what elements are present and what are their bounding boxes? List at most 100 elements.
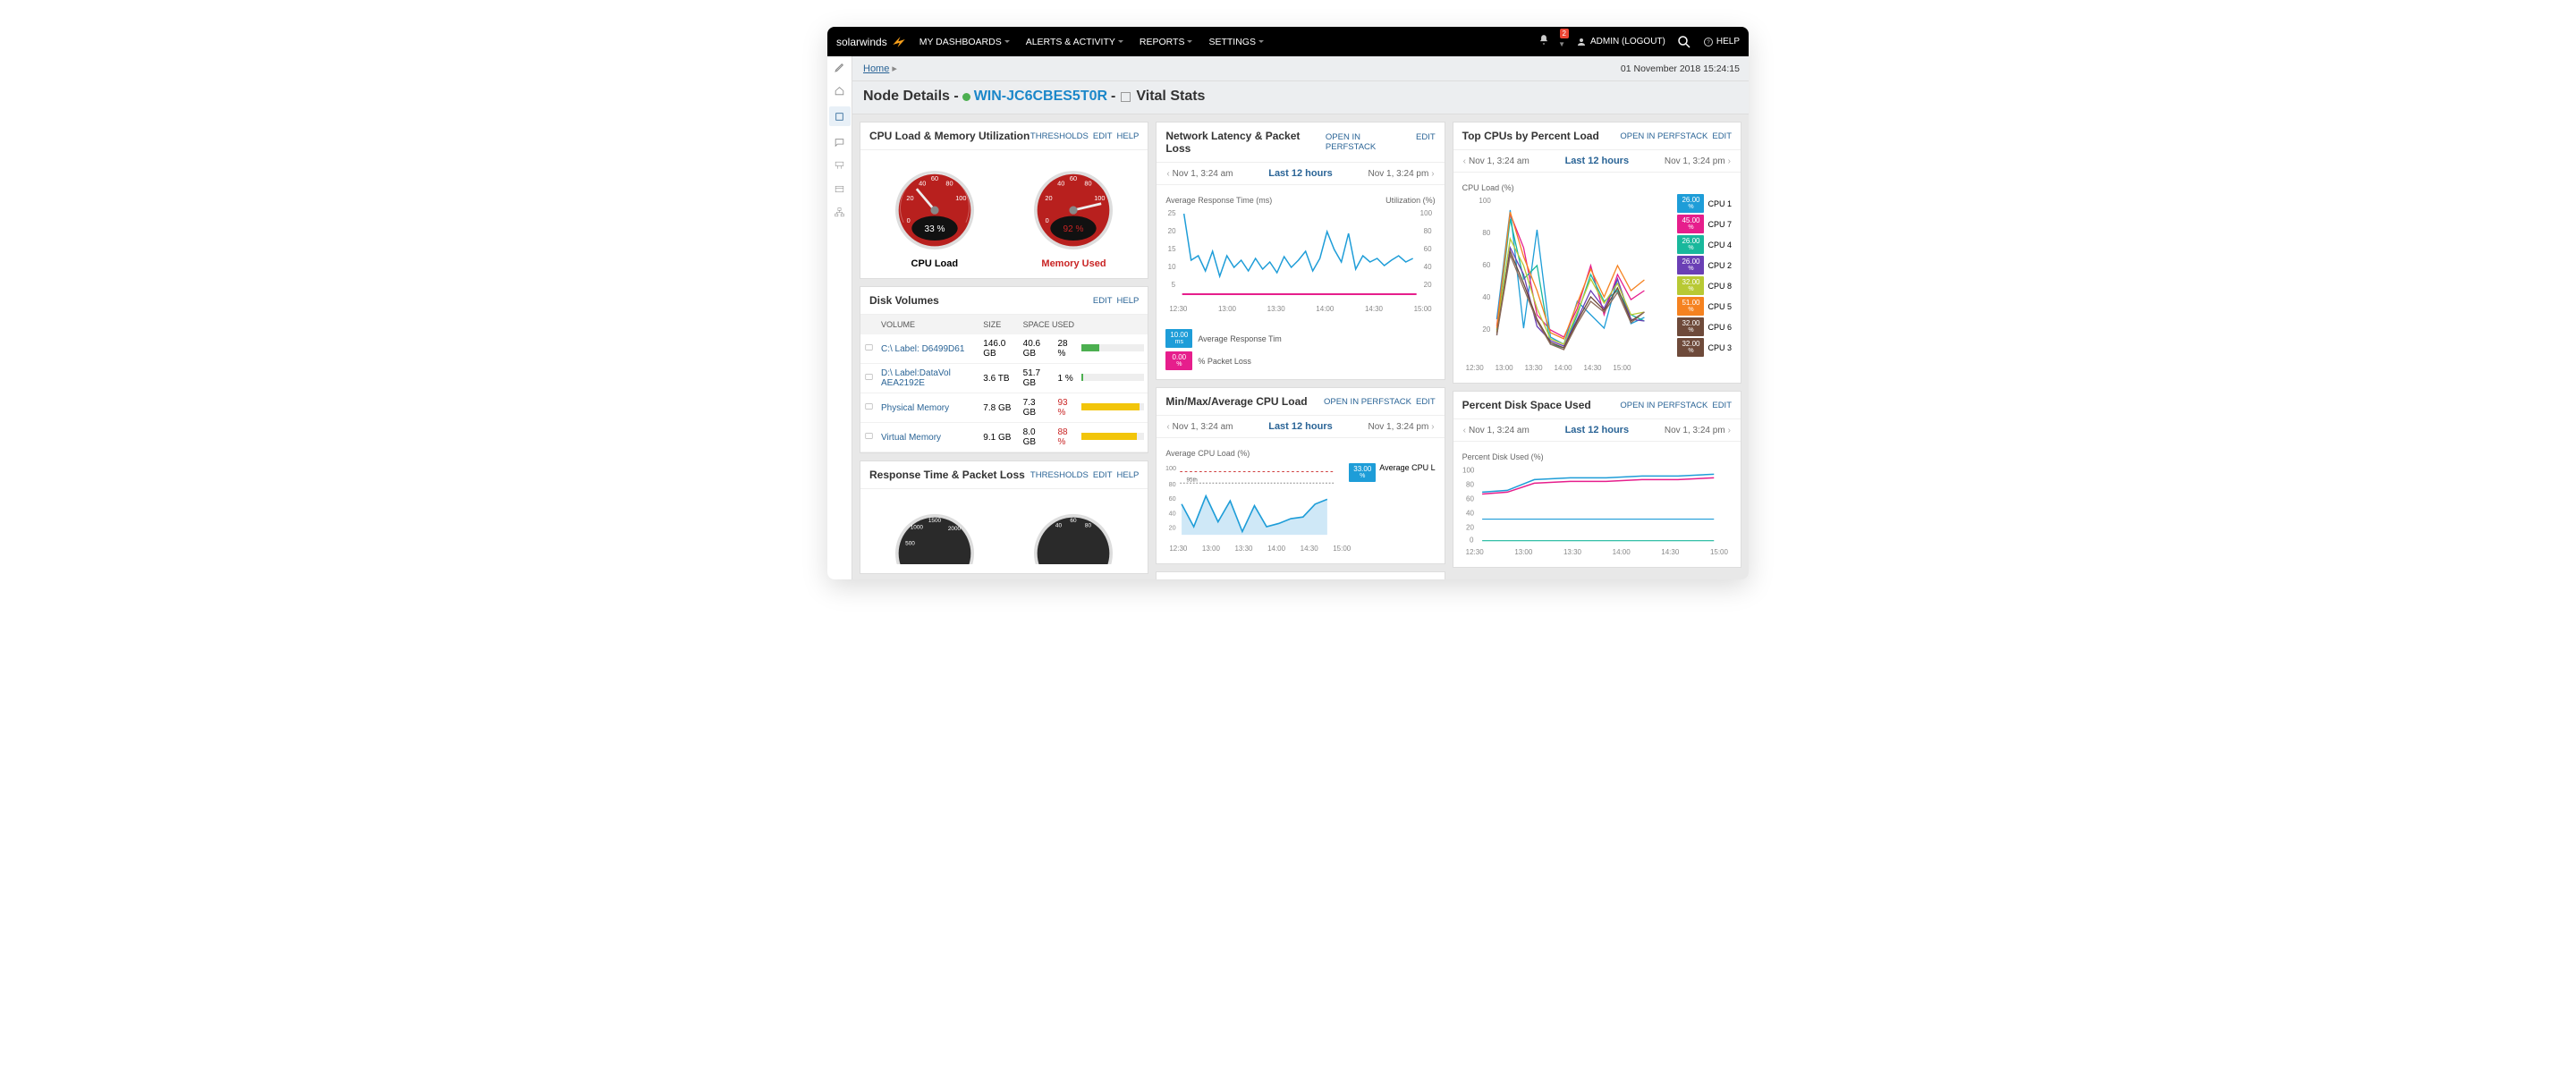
time-prev[interactable]: ‹ [1461, 426, 1469, 435]
sidebar-network-icon[interactable] [833, 158, 847, 173]
top-bar: solarwinds MY DASHBOARDS ALERTS & ACTIVI… [827, 27, 1749, 56]
cpu-legend-row: 26.00%CPU 2 [1677, 256, 1732, 275]
link-edit[interactable]: EDIT [1093, 296, 1113, 306]
sidebar-edit-icon[interactable] [833, 60, 847, 74]
page-title: Node Details - WIN-JC6CBES5T0R - Vital S… [827, 81, 1749, 114]
gauge-response-dial: 100015005002000 [886, 502, 984, 564]
svg-text:60: 60 [1482, 261, 1490, 269]
svg-text:500: 500 [905, 541, 915, 547]
brand-logo: solarwinds [836, 34, 907, 50]
svg-text:40: 40 [1424, 263, 1432, 271]
link-edit[interactable]: EDIT [1093, 470, 1113, 480]
disk-icon [864, 431, 874, 441]
time-prev[interactable]: ‹ [1461, 156, 1469, 166]
link-perfstack[interactable]: OPEN IN PERFSTACK [1620, 131, 1707, 141]
disk-pct-chart: 100806040200 [1462, 463, 1732, 548]
sidebar-app-icon[interactable] [833, 182, 847, 196]
packet-badge: 0.00% [1165, 351, 1192, 370]
volume-name[interactable]: D:\ Label:DataVol AEA2192E [877, 364, 979, 393]
svg-text:0: 0 [906, 216, 910, 224]
volume-name[interactable]: C:\ Label: D6499D61 [877, 334, 979, 364]
svg-text:33 %: 33 % [924, 224, 945, 234]
link-edit[interactable]: EDIT [1712, 131, 1732, 141]
latency-chart: 252015105 10080604020 [1165, 207, 1435, 305]
svg-text:100: 100 [1462, 466, 1475, 474]
svg-text:60: 60 [1070, 174, 1077, 182]
node-name[interactable]: WIN-JC6CBES5T0R [974, 89, 1107, 105]
link-edit[interactable]: EDIT [1093, 131, 1113, 141]
time-next[interactable]: › [1725, 426, 1733, 435]
breadcrumb-home[interactable]: Home [863, 63, 889, 74]
time-range[interactable]: Last 12 hours [1268, 421, 1333, 432]
svg-text:20: 20 [1169, 524, 1176, 532]
link-help[interactable]: HELP [1117, 296, 1140, 306]
minmax-chart: 10080604020 95th [1165, 460, 1343, 545]
svg-text:80: 80 [945, 180, 953, 188]
search-icon[interactable] [1676, 34, 1692, 50]
cpu-legend-row: 26.00%CPU 1 [1677, 194, 1732, 213]
gauge-memory-label: Memory Used [1041, 258, 1106, 269]
sidebar-node-icon[interactable] [829, 106, 851, 126]
sidebar-home-icon[interactable] [833, 83, 847, 97]
link-thresholds[interactable]: THRESHOLDS [1030, 470, 1089, 480]
bell-icon [1538, 34, 1550, 46]
svg-text:40: 40 [1058, 180, 1065, 188]
time-range[interactable]: Last 12 hours [1565, 425, 1630, 435]
time-next[interactable]: › [1725, 156, 1733, 166]
link-perfstack[interactable]: OPEN IN PERFSTACK [1620, 401, 1707, 410]
link-perfstack[interactable]: OPEN IN PERFSTACK [1324, 397, 1411, 407]
link-help[interactable]: HELP [1117, 470, 1140, 480]
svg-text:20: 20 [1168, 227, 1176, 235]
page-time: 01 November 2018 15:24:15 [1621, 63, 1740, 74]
user-menu[interactable]: ADMIN (LOGOUT) [1576, 37, 1665, 47]
widget-disk-volumes: Disk Volumes EDITHELP VOLUMESIZESPACE US… [860, 286, 1148, 453]
sidebar-chat-icon[interactable] [833, 135, 847, 149]
cpu-legend-row: 32.00%CPU 8 [1677, 276, 1732, 295]
brand-icon [891, 34, 907, 50]
volume-name[interactable]: Physical Memory [877, 393, 979, 423]
svg-text:40: 40 [1482, 293, 1490, 301]
menu-dashboards[interactable]: MY DASHBOARDS [919, 37, 1010, 47]
menu-alerts[interactable]: ALERTS & ACTIVITY [1026, 37, 1123, 47]
svg-text:40: 40 [1466, 510, 1474, 518]
link-help[interactable]: HELP [1117, 131, 1140, 141]
menu-settings[interactable]: SETTINGS [1208, 37, 1264, 47]
link-edit[interactable]: EDIT [1416, 132, 1436, 152]
time-prev[interactable]: ‹ [1164, 169, 1172, 179]
svg-text:60: 60 [1466, 494, 1474, 503]
cpu-legend-row: 32.00%CPU 3 [1677, 338, 1732, 357]
svg-text:40: 40 [919, 180, 926, 188]
svg-text:?: ? [1707, 40, 1710, 46]
volume-name[interactable]: Virtual Memory [877, 423, 979, 452]
svg-text:80: 80 [1424, 227, 1432, 235]
svg-text:60: 60 [1071, 518, 1078, 524]
top-cpu-chart: 10080604020 [1462, 194, 1674, 364]
svg-text:40: 40 [1169, 509, 1176, 517]
menu-reports[interactable]: REPORTS [1140, 37, 1193, 47]
time-next[interactable]: › [1428, 169, 1436, 179]
link-thresholds[interactable]: THRESHOLDS [1030, 131, 1089, 141]
link-edit[interactable]: EDIT [1712, 401, 1732, 410]
widget-title: Min/Max/Average CPU Load [1165, 395, 1307, 408]
link-edit[interactable]: EDIT [1416, 397, 1436, 407]
widget-title: Disk Volumes [869, 294, 939, 307]
help-link[interactable]: ? HELP [1703, 37, 1740, 47]
table-row: D:\ Label:DataVol AEA2192E 3.6 TB51.7 GB… [860, 364, 1148, 393]
gauge-cpu-label: CPU Load [911, 258, 959, 269]
left-sidebar [827, 56, 852, 579]
table-row: C:\ Label: D6499D61 146.0 GB40.6 GB 28 % [860, 334, 1148, 364]
time-prev[interactable]: ‹ [1164, 422, 1172, 432]
notification-bell[interactable]: 2 ▼ [1538, 34, 1565, 49]
table-row: Virtual Memory 9.1 GB8.0 GB 88 % [860, 423, 1148, 452]
gauge-cpu-dial: 020406080100 33 % [886, 159, 984, 253]
time-next[interactable]: › [1428, 422, 1436, 432]
svg-text:40: 40 [1055, 523, 1063, 529]
gauge-memory: 020406080100 92 % Memory Used [1024, 159, 1123, 269]
gauge-cpu: 020406080100 33 % CPU Load [886, 159, 984, 269]
notif-badge: 2 [1560, 29, 1569, 38]
cpu-legend-row: 26.00%CPU 4 [1677, 235, 1732, 254]
time-range[interactable]: Last 12 hours [1565, 156, 1630, 166]
sidebar-tree-icon[interactable] [833, 205, 847, 219]
link-perfstack[interactable]: OPEN IN PERFSTACK [1326, 132, 1411, 152]
time-range[interactable]: Last 12 hours [1268, 168, 1333, 179]
